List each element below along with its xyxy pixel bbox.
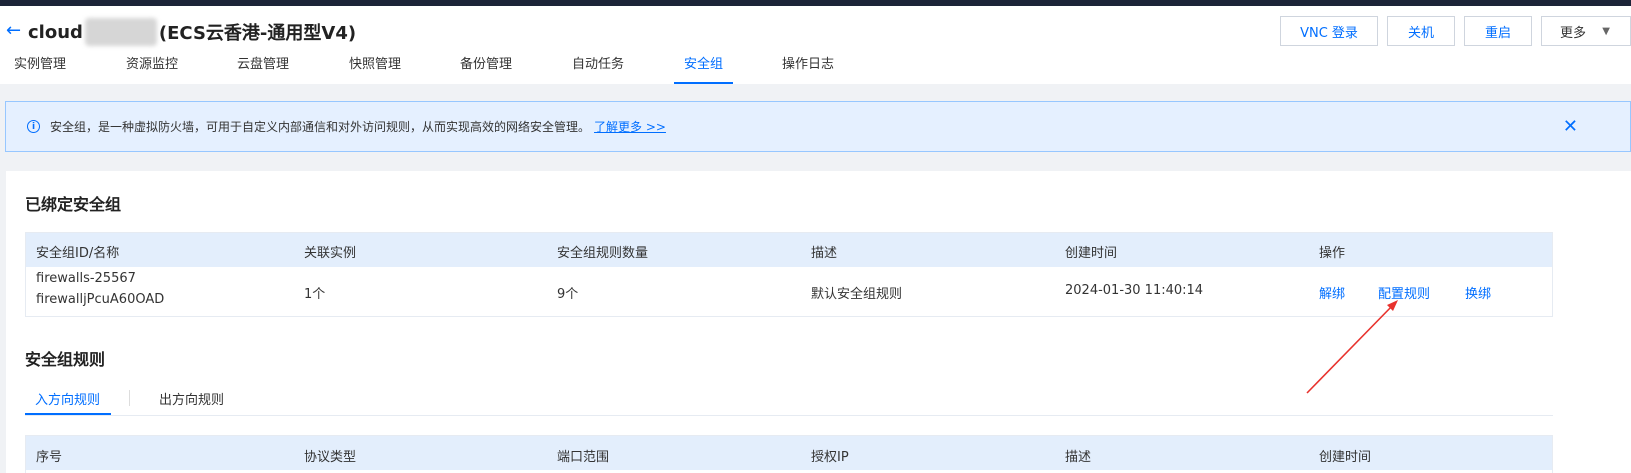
- bound-section-title: 已绑定安全组: [25, 195, 122, 214]
- restart-button[interactable]: 重启: [1464, 16, 1532, 46]
- header-actions: VNC 登录 关机 重启 更多 ▼: [1271, 16, 1631, 46]
- rebind-link[interactable]: 换绑: [1465, 283, 1491, 302]
- notice-text: 安全组，是一种虚拟防火墙，可用于自定义内部通信和对外访问规则，从而实现高效的网络…: [50, 120, 591, 134]
- group-id: firewalls-25567: [36, 271, 136, 286]
- rule-count: 9个: [557, 287, 579, 302]
- column-header: 操作: [1319, 246, 1346, 261]
- column-header: 描述: [811, 246, 838, 261]
- redacted-instance-name: [84, 18, 157, 46]
- more-label: 更多: [1560, 25, 1587, 41]
- column-header: 创建时间: [1319, 450, 1372, 465]
- column-header: 关联实例: [304, 246, 357, 261]
- rules-subtabs: 入方向规则 出方向规则: [25, 385, 1553, 416]
- column-header: 授权IP: [811, 450, 849, 465]
- column-header: 安全组ID/名称: [36, 246, 120, 261]
- tab-auto-tasks[interactable]: 自动任务: [572, 54, 624, 84]
- vnc-login-button[interactable]: VNC 登录: [1280, 16, 1378, 46]
- instance-count: 1个: [304, 287, 326, 302]
- tab-backups[interactable]: 备份管理: [460, 54, 512, 84]
- tab-security-group[interactable]: 安全组: [674, 54, 734, 84]
- subtab-divider: [129, 390, 130, 406]
- column-header: 创建时间: [1065, 246, 1118, 261]
- group-name: firewalljPcuA60OAD: [36, 292, 165, 307]
- back-arrow-icon[interactable]: ←: [6, 20, 21, 41]
- column-header: 安全组规则数量: [557, 246, 649, 261]
- page-header: ← cloud (ECS云香港-通用型V4) VNC 登录 关机 重启 更多 ▼…: [0, 6, 1631, 84]
- tab-instance[interactable]: 实例管理: [14, 54, 66, 84]
- tab-operation-log[interactable]: 操作日志: [782, 54, 834, 84]
- column-header: 序号: [36, 450, 63, 465]
- tab-snapshots[interactable]: 快照管理: [349, 54, 401, 84]
- tab-inbound-rules[interactable]: 入方向规则: [35, 389, 100, 408]
- tab-outbound-rules[interactable]: 出方向规则: [159, 389, 224, 408]
- table-header: 序号 协议类型 端口范围 授权IP 描述 创建时间: [26, 436, 1552, 470]
- column-header: 协议类型: [304, 450, 357, 465]
- tab-bar: 实例管理 资源监控 云盘管理 快照管理 备份管理 自动任务 安全组 操作日志: [0, 54, 1631, 84]
- tab-monitoring[interactable]: 资源监控: [126, 54, 178, 84]
- tab-disks[interactable]: 云盘管理: [237, 54, 289, 84]
- group-description: 默认安全组规则: [811, 287, 903, 302]
- active-subtab-indicator: [25, 413, 111, 415]
- more-dropdown[interactable]: 更多 ▼: [1541, 16, 1631, 46]
- shutdown-button[interactable]: 关机: [1387, 16, 1455, 46]
- info-icon: i: [27, 120, 40, 133]
- table-row: firewalls-25567 firewalljPcuA60OAD 1个 9个…: [26, 267, 1552, 316]
- rules-section-title: 安全组规则: [25, 350, 106, 369]
- title-suffix: (ECS云香港-通用型V4): [158, 23, 357, 44]
- unbind-link[interactable]: 解绑: [1319, 283, 1345, 302]
- close-icon[interactable]: ✕: [1563, 116, 1578, 137]
- caret-down-icon: ▼: [1602, 25, 1610, 37]
- configure-rules-link[interactable]: 配置规则: [1378, 283, 1430, 302]
- table-header: 安全组ID/名称 关联实例 安全组规则数量 描述 创建时间 操作: [26, 233, 1552, 267]
- info-notice: i 安全组，是一种虚拟防火墙，可用于自定义内部通信和对外访问规则，从而实现高效的…: [5, 101, 1631, 152]
- title-prefix: cloud: [28, 21, 83, 43]
- column-header: 端口范围: [557, 450, 610, 465]
- rules-table: 序号 协议类型 端口范围 授权IP 描述 创建时间: [25, 435, 1553, 473]
- page-title: cloud (ECS云香港-通用型V4): [28, 18, 356, 46]
- learn-more-link[interactable]: 了解更多 >>: [594, 118, 666, 135]
- security-group-card: 已绑定安全组 安全组ID/名称 关联实例 安全组规则数量 描述 创建时间 操作 …: [6, 171, 1631, 473]
- created-time: 2024-01-30 11:40:14: [1065, 283, 1204, 298]
- column-header: 描述: [1065, 450, 1092, 465]
- bound-groups-table: 安全组ID/名称 关联实例 安全组规则数量 描述 创建时间 操作 firewal…: [25, 232, 1553, 317]
